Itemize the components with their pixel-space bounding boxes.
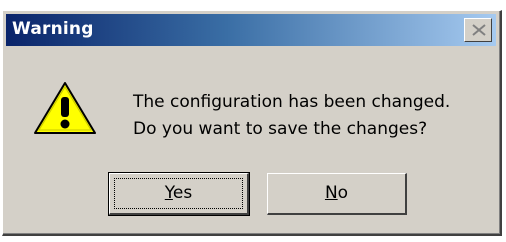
warning-icon [33, 79, 97, 141]
title-bar[interactable]: Warning [6, 14, 496, 46]
close-icon [472, 24, 486, 36]
warning-dialog: Warning The configuration has been chang… [2, 10, 502, 236]
yes-accelerator: Y [164, 183, 173, 203]
message-line-1: The configuration has been changed. [133, 92, 451, 112]
yes-label-rest: es [172, 183, 193, 203]
dialog-message: The configuration has been changed. Do y… [133, 89, 450, 143]
yes-button[interactable]: Yes [108, 172, 250, 216]
no-button[interactable]: No [267, 173, 407, 215]
dialog-title: Warning [12, 19, 94, 39]
no-accelerator: N [324, 183, 338, 203]
yes-button-label: Yes [110, 183, 247, 203]
no-button-label: No [268, 183, 405, 203]
no-label-rest: o [337, 183, 349, 203]
close-button[interactable] [464, 18, 492, 42]
message-line-2: Do you want to save the changes? [133, 119, 428, 139]
